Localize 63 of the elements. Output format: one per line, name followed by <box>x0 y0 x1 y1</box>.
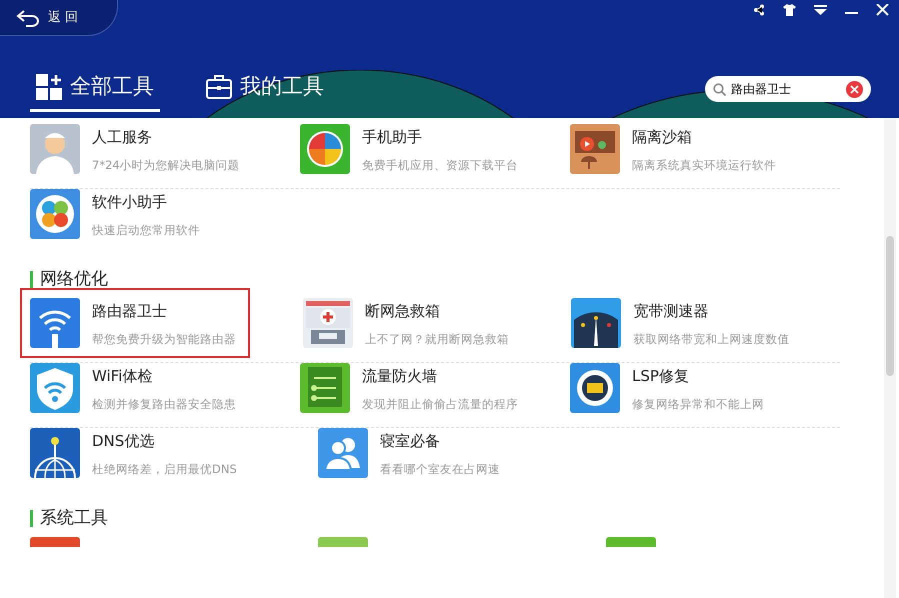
person-icon <box>30 124 80 174</box>
tool-name: 寝室必备 <box>380 431 441 452</box>
tool-name: 流量防火墙 <box>362 366 438 387</box>
search-icon <box>713 82 726 96</box>
tool-item[interactable]: DNS优选 杜绝网络差，启用最优DNS <box>30 428 318 478</box>
tool-name: WiFi体检 <box>92 366 154 387</box>
tool-name: 宽带测速器 <box>633 301 710 322</box>
section-title: 网络优化 <box>30 271 840 288</box>
speedometer-icon <box>571 298 622 348</box>
tool-description: 看看哪个室友在占网速 <box>380 460 500 478</box>
tool-item[interactable]: 宽带测速器 获取网络带宽和上网速度数值 <box>571 298 840 348</box>
tool-name: LSP修复 <box>632 366 690 387</box>
tool-name: 断网急救箱 <box>364 301 441 322</box>
close-icon[interactable] <box>876 4 889 16</box>
tool-description: 7*24小时为您解决电脑问题 <box>92 156 240 174</box>
chip-icon <box>570 363 620 413</box>
tool-name: 隔离沙箱 <box>632 127 693 148</box>
dropdown-menu-icon[interactable] <box>814 4 827 16</box>
tool-item[interactable]: 断网急救箱 上不了网？就用断网急救箱 <box>302 298 572 348</box>
tool-description: 发现并阻止偷偷占流量的程序 <box>362 396 518 412</box>
medical-kit-icon <box>302 298 353 348</box>
tool-name: 软件小助手 <box>92 192 168 213</box>
back-arrow-icon <box>16 8 40 26</box>
tool-name: 路由器卫士 <box>92 301 168 322</box>
film-umbrella-icon <box>570 124 620 174</box>
clear-icon[interactable] <box>846 80 863 98</box>
firewall-icon <box>300 363 350 413</box>
tool-item[interactable]: 隔离沙箱 隔离系统真实环境运行软件 <box>570 124 840 174</box>
section-title: 系统工具 <box>30 510 840 527</box>
tool-description: 杜绝网络差，启用最优DNS <box>92 460 237 478</box>
wifi-icon <box>30 298 80 348</box>
tab[interactable]: 我的工具 <box>200 70 330 112</box>
shield-wifi-icon <box>30 363 80 413</box>
tool-item[interactable]: 手机助手 免费手机应用、资源下载平台 <box>300 124 570 174</box>
tool-description: 检测并修复路由器安全隐患 <box>92 396 236 412</box>
back-button[interactable]: 返 回 <box>0 0 118 36</box>
tool-item[interactable]: 寝室必备 看看哪个室友在占网速 <box>318 428 606 478</box>
pinwheel-icon <box>30 189 80 239</box>
scrollbar-thumb[interactable] <box>886 236 894 376</box>
tool-item[interactable]: LSP修复 修复网络异常和不能上网 <box>570 363 840 413</box>
search-field[interactable]: 路由器卫士 <box>705 76 871 102</box>
tool-description: 免费手机应用、资源下载平台 <box>362 156 518 174</box>
share-icon[interactable] <box>753 4 765 16</box>
tool-item[interactable]: 流量防火墙 发现并阻止偷偷占流量的程序 <box>300 363 570 413</box>
grid-plus-icon <box>36 74 62 100</box>
globe-antenna-icon <box>30 428 80 478</box>
two-people-icon <box>318 428 368 478</box>
tool-name: 手机助手 <box>362 127 423 148</box>
tool-description: 获取网络带宽和上网速度数值 <box>633 330 790 348</box>
tool-description: 快速启动您常用软件 <box>92 222 200 238</box>
tool-description: 上不了网？就用断网急救箱 <box>364 330 509 348</box>
briefcase-icon <box>206 74 232 100</box>
tool-description: 隔离系统真实环境运行软件 <box>632 156 776 174</box>
tool-item[interactable]: WiFi体检 检测并修复路由器安全隐患 <box>30 363 300 413</box>
tool-item[interactable]: 路由器卫士 帮您免费升级为智能路由器 <box>30 298 240 348</box>
shirt-icon[interactable] <box>783 4 796 16</box>
tool-description: 修复网络异常和不能上网 <box>632 396 764 412</box>
tool-name: 人工服务 <box>92 127 153 148</box>
tool-item[interactable]: 人工服务 7*24小时为您解决电脑问题 <box>30 124 300 174</box>
tool-item[interactable]: 软件小助手 快速启动您常用软件 <box>30 189 318 239</box>
tool-description: 帮您免费升级为智能路由器 <box>92 330 236 348</box>
tool-name: DNS优选 <box>92 431 156 452</box>
tab[interactable]: 全部工具 <box>30 70 160 112</box>
